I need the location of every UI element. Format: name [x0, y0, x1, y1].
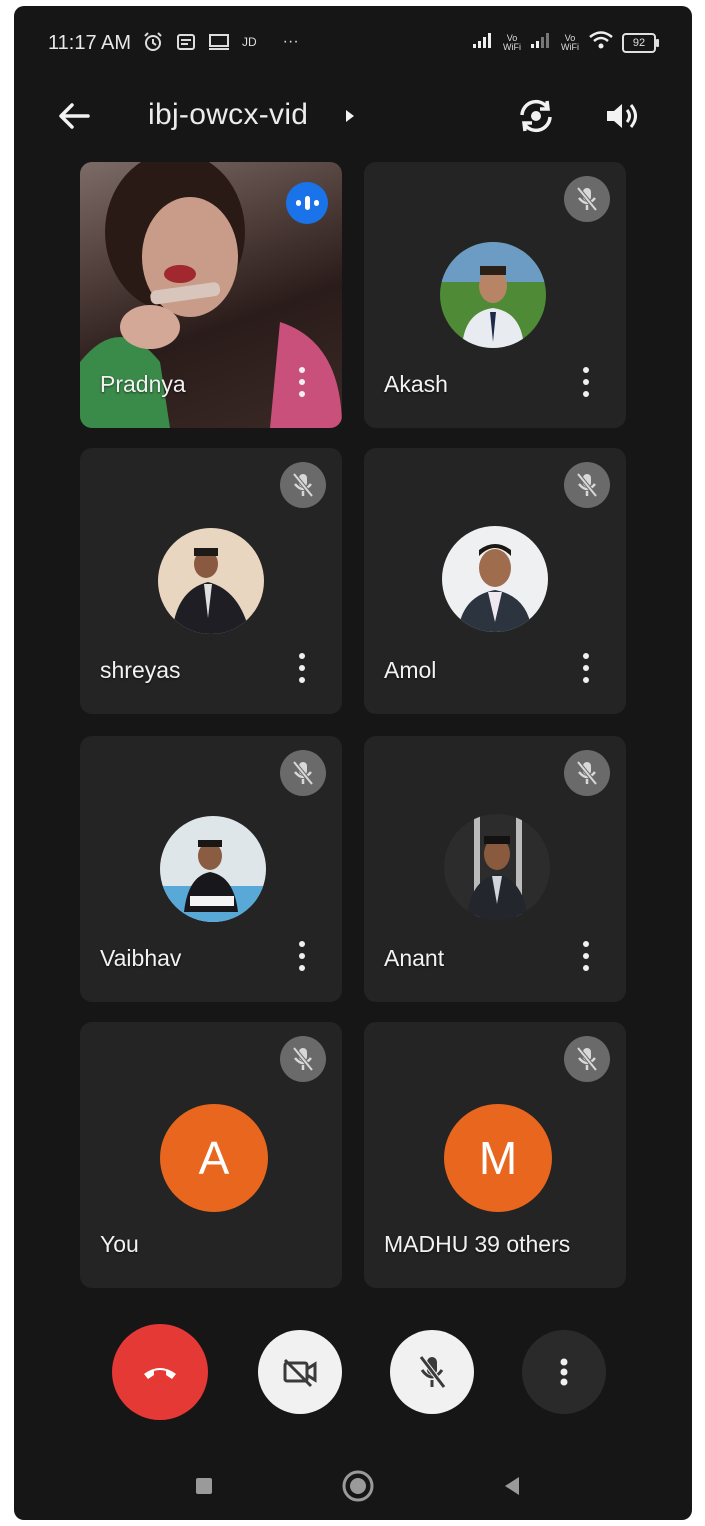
meeting-code-title[interactable]: ibj-owcx-vid — [148, 98, 308, 132]
signal-icon-2 — [530, 31, 552, 54]
alarm-icon — [142, 31, 164, 53]
meeting-header: ibj-owcx-vid — [14, 76, 692, 156]
notification-icon — [176, 33, 196, 51]
chevron-right-icon[interactable] — [344, 108, 356, 129]
participant-tile-akash[interactable]: Akash — [364, 162, 626, 428]
participant-tile-others[interactable]: M MADHU 39 others — [364, 1022, 626, 1288]
back-nav-icon[interactable] — [492, 1466, 532, 1506]
vowifi-label-1: Vo WiFi — [503, 32, 521, 52]
participant-avatar — [444, 814, 550, 920]
phone-screen: 11:17 AM JD ··· Vo WiFi Vo WiFi 92 ibj-o… — [14, 6, 692, 1520]
participant-avatar — [440, 242, 546, 348]
mic-off-icon — [564, 462, 610, 508]
switch-camera-icon[interactable] — [514, 94, 558, 138]
mic-off-icon — [280, 1036, 326, 1082]
signal-icon — [472, 31, 494, 54]
mic-off-icon — [564, 750, 610, 796]
participant-avatar — [442, 526, 548, 632]
end-call-button[interactable] — [112, 1324, 208, 1420]
status-time: 11:17 AM — [48, 32, 132, 54]
participant-name: Anant — [384, 945, 445, 971]
status-icons-right: Vo WiFi Vo WiFi 92 — [472, 30, 659, 55]
back-arrow-icon[interactable] — [54, 96, 94, 136]
recent-apps-icon[interactable] — [184, 1466, 224, 1506]
more-vert-icon[interactable] — [574, 936, 598, 976]
mic-off-icon — [280, 462, 326, 508]
more-notifications-icon: ··· — [282, 33, 299, 50]
mic-off-icon — [419, 1355, 446, 1389]
system-nav-bar — [14, 1446, 692, 1516]
others-count: 39 others — [474, 1231, 571, 1257]
vowifi-label-2: Vo WiFi — [561, 32, 579, 52]
mic-toggle-button[interactable] — [390, 1330, 474, 1414]
more-options-button[interactable] — [522, 1330, 606, 1414]
participant-name: MADHU 39 others — [384, 1231, 570, 1258]
speaker-icon[interactable] — [600, 94, 644, 138]
more-vert-icon — [560, 1358, 568, 1386]
participant-tile-vaibhav[interactable]: Vaibhav — [80, 736, 342, 1002]
screen-icon — [208, 33, 230, 51]
participant-name: shreyas — [100, 657, 181, 683]
participant-tile-anant[interactable]: Anant — [364, 736, 626, 1002]
participant-name: Pradnya — [100, 371, 186, 397]
participant-avatar-initial: A — [160, 1104, 268, 1212]
more-vert-icon[interactable] — [290, 362, 314, 402]
jd-icon: JD — [242, 35, 257, 49]
more-vert-icon[interactable] — [290, 936, 314, 976]
participant-avatar — [158, 528, 264, 634]
camera-toggle-button[interactable] — [258, 1330, 342, 1414]
status-bar: 11:17 AM JD ··· Vo WiFi Vo WiFi 92 — [14, 6, 692, 66]
participant-name: You — [100, 1231, 139, 1257]
mic-off-icon — [280, 750, 326, 796]
participant-tile-shreyas[interactable]: shreyas — [80, 448, 342, 714]
more-vert-icon[interactable] — [290, 648, 314, 688]
home-icon[interactable] — [338, 1466, 378, 1506]
mic-off-icon — [564, 176, 610, 222]
participant-name-truncated: MADHU — [384, 1231, 469, 1257]
participant-name: Vaibhav — [100, 945, 182, 971]
end-call-icon — [144, 1368, 176, 1379]
camera-off-icon — [283, 1358, 317, 1388]
more-vert-icon[interactable] — [574, 362, 598, 402]
wifi-icon — [588, 30, 614, 55]
status-icons-left: JD ··· — [142, 31, 299, 53]
mic-off-icon — [564, 1036, 610, 1082]
participant-avatar-initial: M — [444, 1104, 552, 1212]
participant-avatar — [160, 816, 266, 922]
speaking-indicator-icon — [286, 182, 328, 224]
call-controls — [14, 1316, 692, 1420]
participant-tile-amol[interactable]: Amol — [364, 448, 626, 714]
battery-icon: 92 — [622, 32, 659, 53]
participant-name: Amol — [384, 657, 437, 683]
participant-tile-pradnya[interactable]: Pradnya — [80, 162, 342, 428]
participant-tile-you[interactable]: A You — [80, 1022, 342, 1288]
more-vert-icon[interactable] — [574, 648, 598, 688]
participant-name: Akash — [384, 371, 448, 397]
